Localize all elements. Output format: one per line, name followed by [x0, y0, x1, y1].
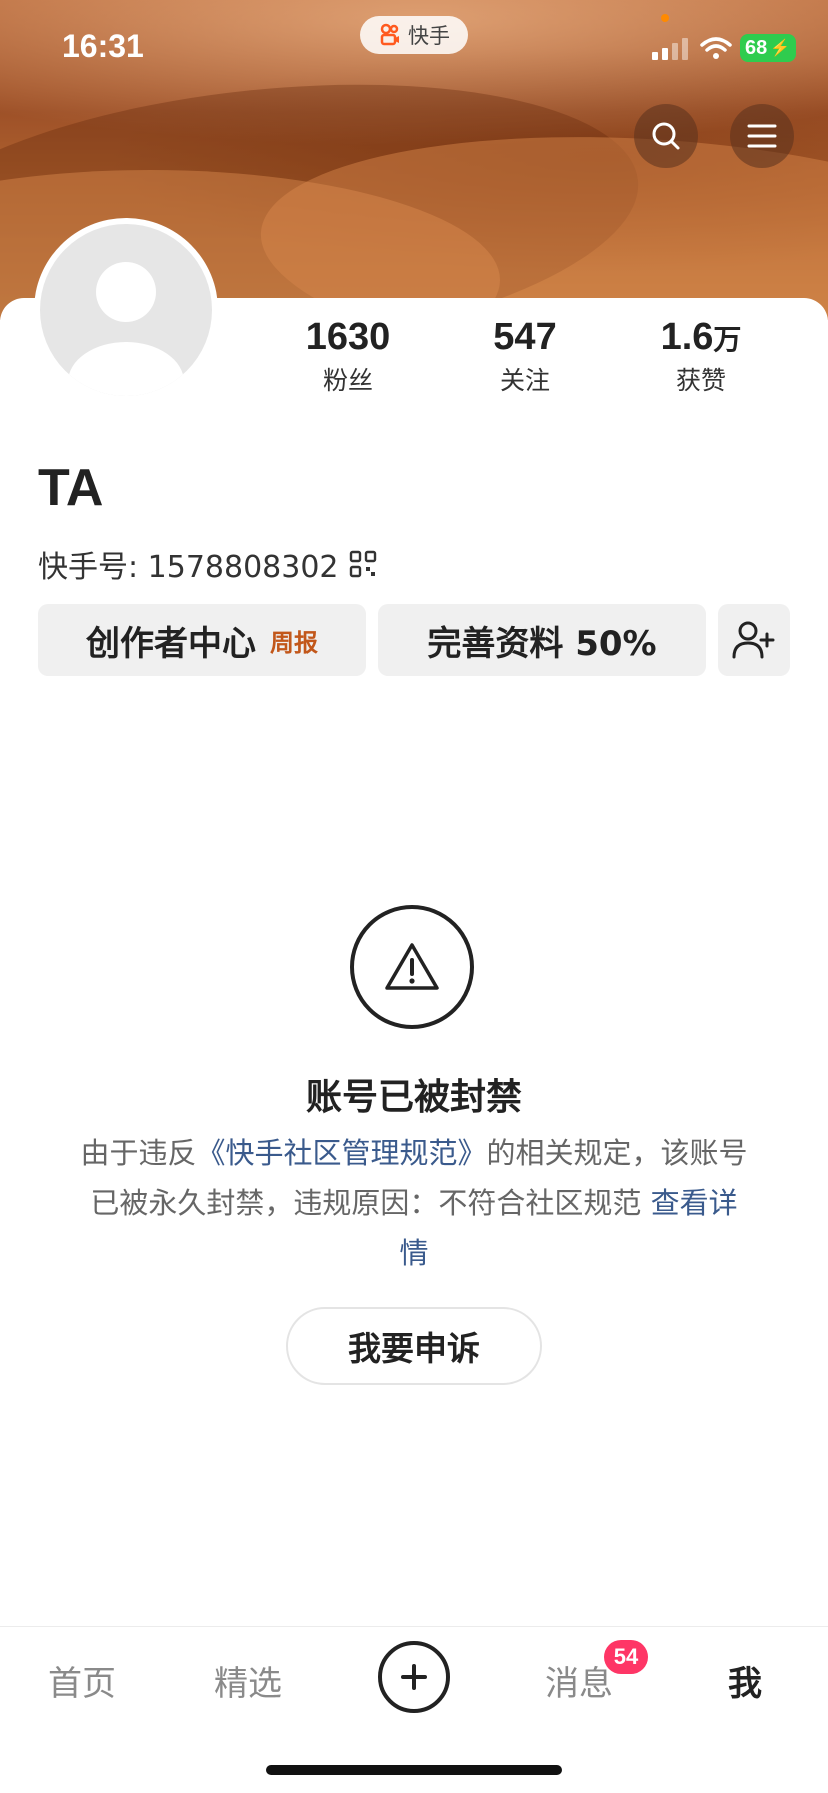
- add-user-icon: [732, 621, 775, 659]
- stat-likes[interactable]: 1.6万 获赞: [631, 316, 771, 397]
- warning-icon: [385, 943, 439, 990]
- avatar[interactable]: [34, 218, 218, 402]
- search-button[interactable]: [634, 104, 698, 168]
- privacy-indicator-dot: [661, 14, 669, 22]
- tab-home[interactable]: 首页: [48, 1656, 116, 1705]
- battery-indicator: 68 ⚡: [740, 34, 796, 62]
- tab-featured[interactable]: 精选: [214, 1656, 282, 1705]
- complete-profile-button[interactable]: 完善资料 50%: [378, 604, 706, 676]
- ban-title: 账号已被封禁: [305, 1077, 522, 1118]
- plus-icon: [401, 1664, 427, 1690]
- wifi-icon: [700, 37, 732, 59]
- stat-label: 粉丝: [322, 366, 373, 395]
- kuaishou-id-row[interactable]: 快手号: 1578808302: [38, 542, 377, 586]
- tab-messages[interactable]: 消息: [545, 1656, 613, 1705]
- weekly-report-tag: 周报: [270, 628, 318, 657]
- add-friend-button[interactable]: [718, 604, 790, 676]
- cellular-signal-icon: [652, 38, 688, 60]
- creator-center-label: 创作者中心: [86, 623, 256, 664]
- stat-following[interactable]: 547 关注: [455, 316, 595, 397]
- appeal-button[interactable]: 我要申诉: [286, 1307, 542, 1385]
- battery-level: 68: [745, 36, 768, 59]
- app-name: 快手: [408, 24, 450, 48]
- stat-followers[interactable]: 1630 粉丝: [278, 316, 418, 397]
- stat-unit: 万: [713, 323, 742, 356]
- stat-value: 547: [493, 316, 557, 358]
- charging-bolt-icon: ⚡: [770, 40, 791, 57]
- kuaishou-logo-icon: [380, 23, 399, 46]
- stat-value: 1.6: [660, 316, 714, 358]
- search-icon: [652, 122, 680, 150]
- default-avatar-icon: [40, 224, 212, 396]
- home-indicator: [266, 1765, 562, 1775]
- messages-unread-badge: 54: [604, 1640, 648, 1674]
- ban-text-prefix: 由于违反: [80, 1136, 197, 1170]
- community-rules-link[interactable]: 《快手社区管理规范》: [196, 1136, 486, 1170]
- profile-name: TA: [38, 459, 104, 517]
- ban-description: 由于违反《快手社区管理规范》的相关规定，该账号已被永久封禁，违规原因：不符合社区…: [80, 1128, 748, 1278]
- complete-profile-label: 完善资料 50%: [427, 623, 657, 664]
- stat-label: 获赞: [675, 366, 726, 395]
- kuaishou-id: 快手号: 1578808302: [38, 550, 339, 585]
- creator-center-button[interactable]: 创作者中心 周报: [38, 604, 366, 676]
- qr-code-icon[interactable]: [349, 550, 377, 578]
- menu-button[interactable]: [730, 104, 794, 168]
- warning-circle: [350, 905, 474, 1029]
- create-post-button[interactable]: [378, 1641, 450, 1713]
- menu-icon: [747, 124, 777, 148]
- stat-label: 关注: [499, 366, 550, 395]
- stat-value: 1630: [305, 316, 391, 358]
- tab-me[interactable]: 我: [728, 1656, 762, 1705]
- status-time: 16:31: [62, 28, 144, 64]
- app-indicator-pill: 快手: [360, 16, 468, 54]
